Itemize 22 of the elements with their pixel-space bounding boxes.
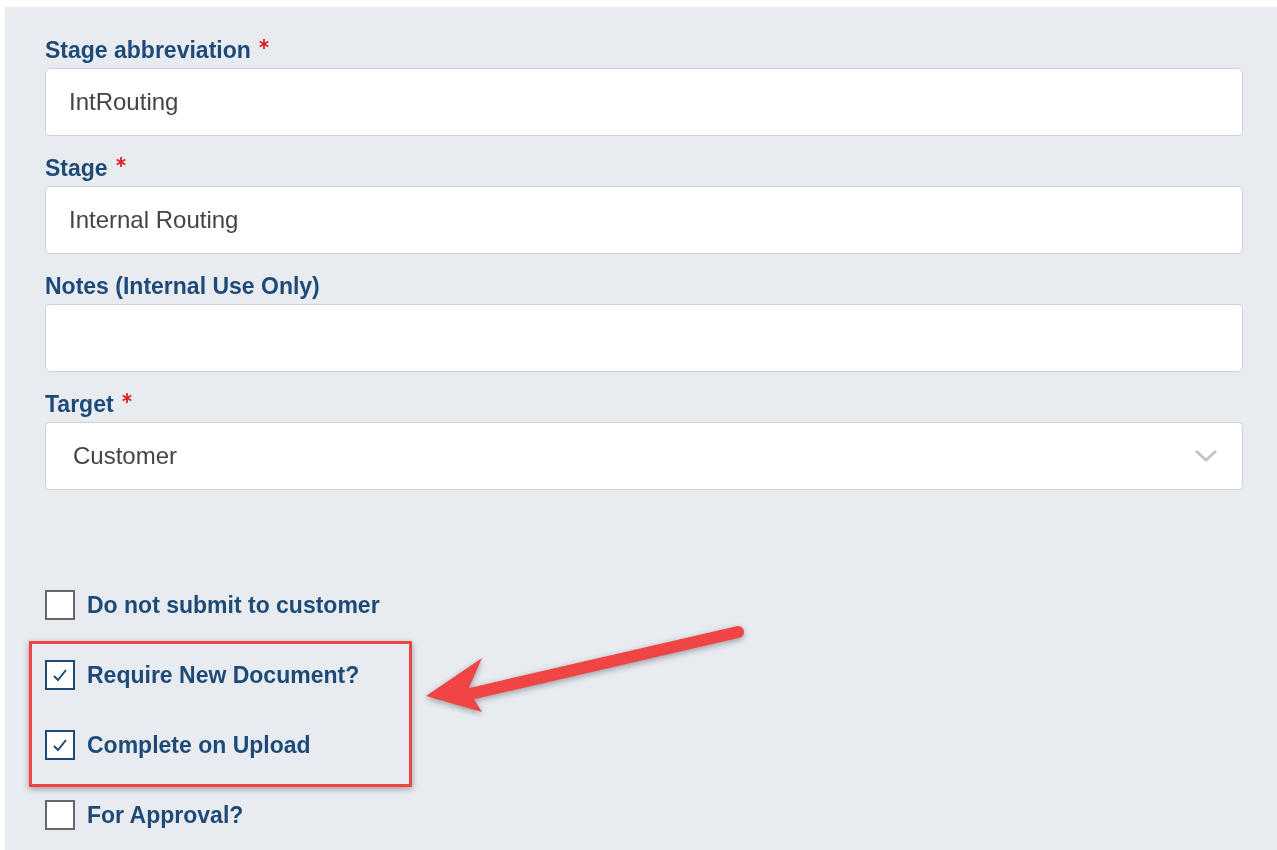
check-icon: [52, 668, 68, 682]
checkbox-label: For Approval?: [87, 800, 244, 830]
input-field[interactable]: IntRouting: [45, 68, 1243, 136]
input-field[interactable]: [45, 304, 1243, 372]
field-label: Stage abbreviation: [45, 36, 251, 65]
check-icon: [52, 738, 68, 752]
input-field[interactable]: Internal Routing: [45, 186, 1243, 254]
checkbox[interactable]: [45, 800, 75, 830]
checkbox[interactable]: [45, 660, 75, 690]
required-icon: [258, 39, 269, 49]
checkbox[interactable]: [45, 730, 75, 760]
field-label: Target: [45, 390, 114, 419]
required-icon: [121, 393, 132, 403]
field-label: Stage: [45, 154, 108, 183]
required-icon: [115, 157, 126, 167]
target-dropdown[interactable]: Customer: [45, 422, 1243, 490]
field-label: Notes (Internal Use Only): [45, 272, 320, 301]
checkbox[interactable]: [45, 590, 75, 620]
checkbox-label: Complete on Upload: [87, 730, 311, 760]
chevron-down-icon: [1194, 449, 1218, 463]
checkbox-label: Require New Document?: [87, 660, 360, 690]
checkbox-label: Do not submit to customer: [87, 590, 380, 620]
